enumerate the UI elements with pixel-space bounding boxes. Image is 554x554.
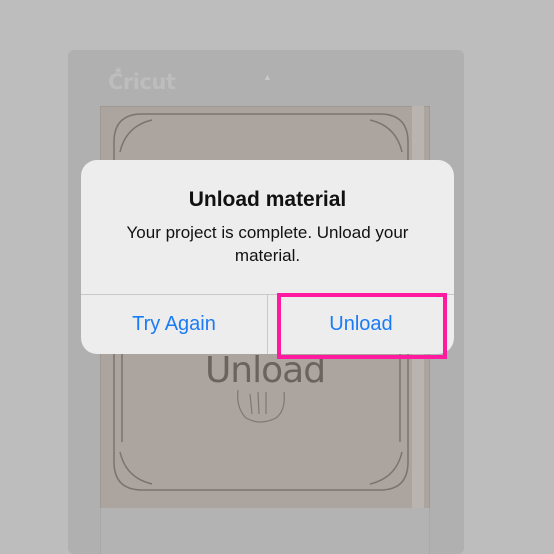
try-again-button[interactable]: Try Again [81,295,267,354]
unload-button[interactable]: Unload [268,295,454,354]
dialog-title: Unload material [188,188,347,211]
eject-icon: ▲ [263,72,272,82]
mat-lower-area [100,508,430,554]
hand-icon [237,389,285,423]
mat-unload-label: Unload [204,350,326,391]
brand-logo: Cricut [108,70,176,94]
dialog-message: Your project is complete. Unload your ma… [126,223,409,265]
unload-material-dialog: Unload material Your project is complete… [81,160,454,354]
